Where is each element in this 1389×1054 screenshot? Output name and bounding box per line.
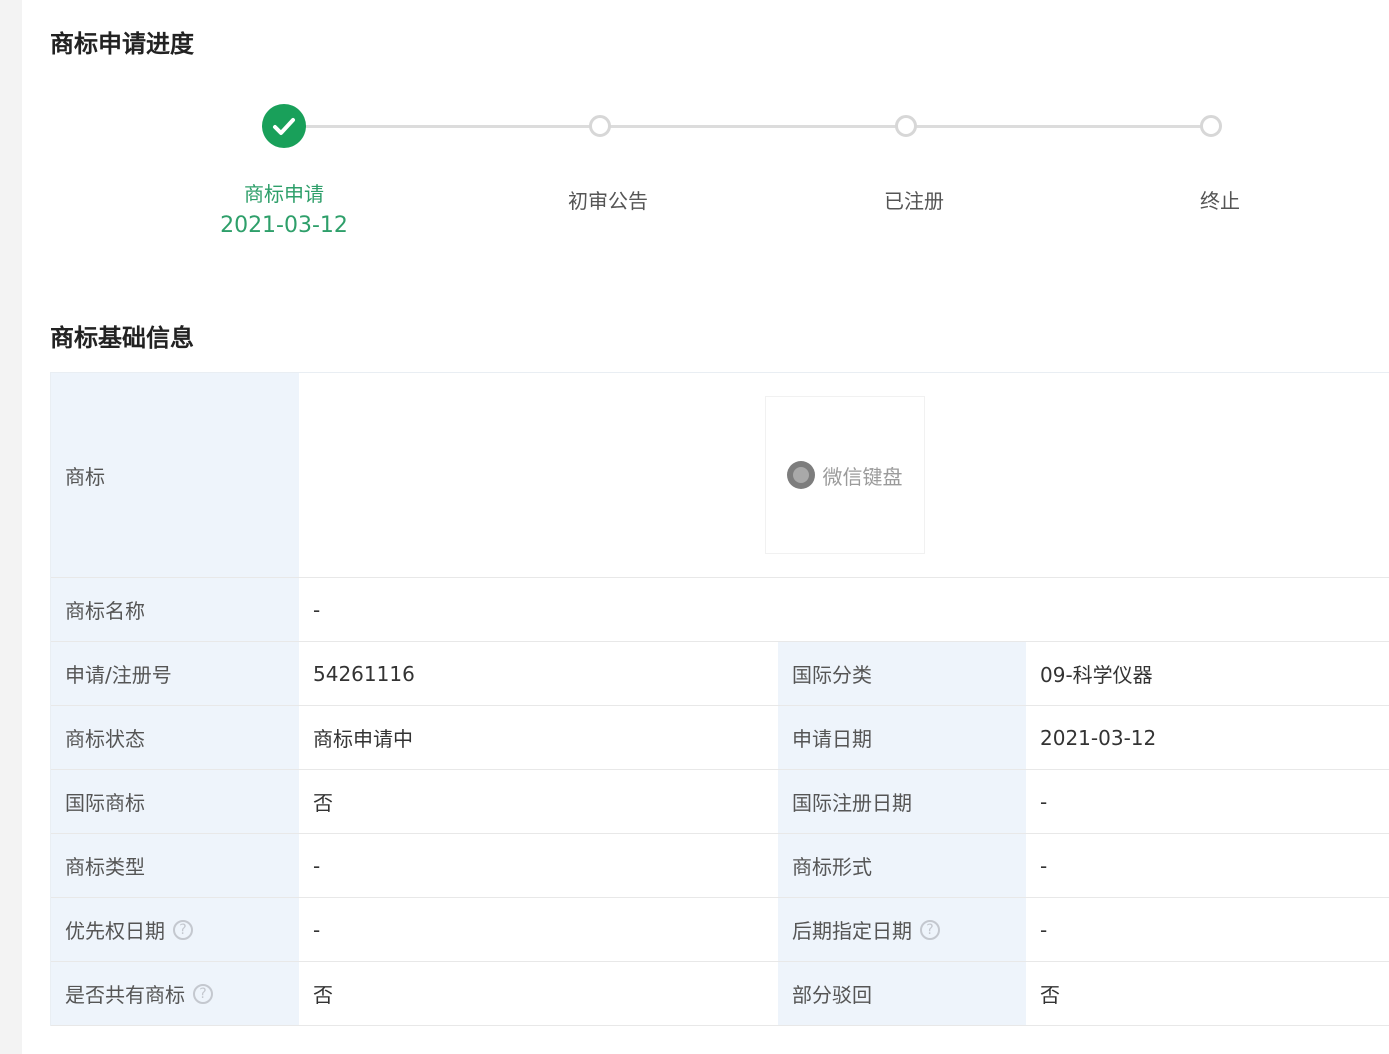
trademark-status-value: 商标申请中	[313, 727, 413, 751]
basic-info-title: 商标基础信息	[50, 324, 194, 352]
shared-trademark-label: 是否共有商标 ?	[51, 962, 299, 1025]
international-trademark-label: 国际商标	[51, 770, 299, 833]
shared-trademark-value: 否	[313, 983, 333, 1007]
priority-date-text: 优先权日期	[65, 919, 165, 943]
application-date-label: 申请日期	[778, 706, 1026, 769]
table-row: 商标类型 - 商标形式 -	[51, 834, 1389, 898]
step-1-date: 2021-03-12	[220, 213, 348, 238]
table-row: 是否共有商标 ? 否 部分驳回 否	[51, 962, 1389, 1026]
shared-trademark-text: 是否共有商标	[65, 983, 185, 1007]
application-no-value: 54261116	[313, 661, 415, 686]
priority-date-value: -	[313, 917, 321, 942]
table-row: 商标名称 -	[51, 578, 1389, 642]
table-row: 申请/注册号 54261116 国际分类 09-科学仪器	[51, 642, 1389, 706]
trademark-name-value: -	[313, 597, 321, 622]
step-2-node	[589, 115, 611, 137]
trademark-image-cell: 微信键盘	[299, 373, 1389, 577]
shared-trademark-help-icon[interactable]: ?	[193, 983, 213, 1004]
table-row: 商标状态 商标申请中 申请日期 2021-03-12	[51, 706, 1389, 770]
trademark-type-value: -	[313, 853, 321, 878]
international-class-value: 09-科学仪器	[1040, 663, 1153, 687]
application-no-label: 申请/注册号	[51, 642, 299, 705]
trademark-label: 商标	[51, 373, 299, 577]
trademark-status-label: 商标状态	[51, 706, 299, 769]
partial-rejection-label: 部分驳回	[778, 962, 1026, 1025]
later-designation-date-text: 后期指定日期	[792, 919, 912, 943]
step-4-node	[1200, 115, 1222, 137]
step-line-1	[284, 125, 600, 128]
partial-rejection-value: 否	[1040, 983, 1060, 1007]
international-class-label: 国际分类	[778, 642, 1026, 705]
step-4-label: 终止	[1200, 189, 1240, 213]
priority-date-label: 优先权日期 ?	[51, 898, 299, 961]
later-designation-help-icon[interactable]: ?	[920, 919, 940, 940]
step-1-check-icon	[262, 104, 306, 148]
international-reg-date-value: -	[1040, 789, 1048, 814]
trademark-logo-text: 微信键盘	[822, 464, 903, 489]
later-designation-date-label: 后期指定日期 ?	[778, 898, 1026, 961]
step-line-3	[906, 125, 1211, 128]
international-reg-date-label: 国际注册日期	[778, 770, 1026, 833]
trademark-logo-icon	[786, 461, 815, 489]
step-2-label: 初审公告	[568, 189, 648, 213]
application-date-value: 2021-03-12	[1040, 725, 1157, 750]
table-row: 优先权日期 ? - 后期指定日期 ? -	[51, 898, 1389, 962]
step-3-label: 已注册	[884, 189, 944, 213]
table-row: 商标 微信键盘	[51, 373, 1389, 578]
trademark-form-value: -	[1040, 853, 1048, 878]
trademark-form-label: 商标形式	[778, 834, 1026, 897]
trademark-logo: 微信键盘	[764, 396, 925, 554]
trademark-name-label: 商标名称	[51, 578, 299, 641]
progress-steps: 商标申请 2021-03-12 初审公告 已注册 终止	[0, 95, 1389, 255]
table-row: 国际商标 否 国际注册日期 -	[51, 770, 1389, 834]
trademark-type-label: 商标类型	[51, 834, 299, 897]
step-3-node	[895, 115, 917, 137]
step-line-2	[600, 125, 906, 128]
step-1-label: 商标申请	[244, 182, 324, 206]
later-designation-date-value: -	[1040, 917, 1048, 942]
international-trademark-value: 否	[313, 791, 333, 815]
progress-title: 商标申请进度	[50, 30, 194, 58]
priority-help-icon[interactable]: ?	[173, 919, 193, 940]
basic-info-table: 商标 微信键盘 商标名称 - 申请/注册号 54261116 国际分类 09-科…	[50, 372, 1389, 1026]
